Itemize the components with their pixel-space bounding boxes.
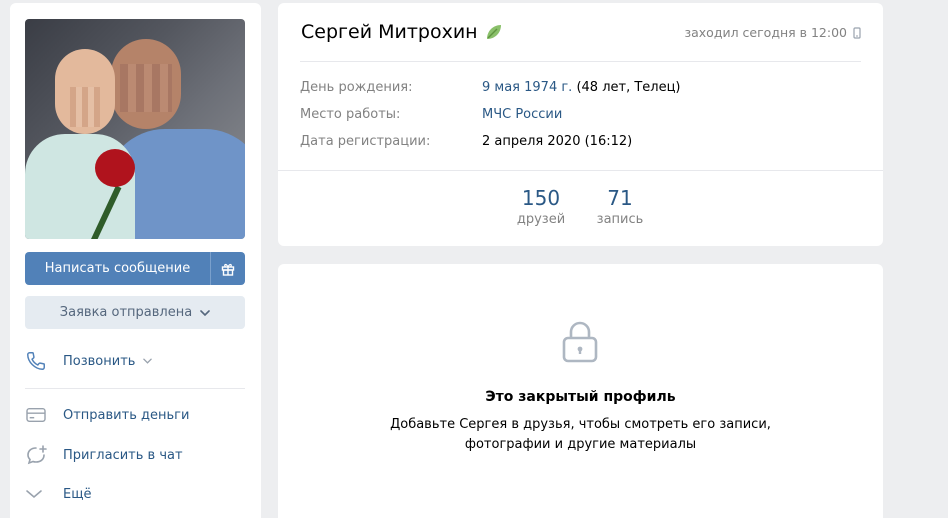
chevron-down-icon <box>200 309 211 316</box>
chevron-down-icon <box>143 358 153 364</box>
info-value: 2 апреля 2020 (16:12) <box>482 134 633 149</box>
profile-name: Сергей Митрохин <box>301 21 504 43</box>
info-value: 9 мая 1974 г. (48 лет, Телец) <box>482 80 681 95</box>
closed-profile-card: Это закрытый профиль Добавьте Сергея в д… <box>278 264 883 518</box>
info-label: День рождения: <box>300 80 413 95</box>
profile-info-card: Сергей Митрохин заходил сегодня в 12:00 … <box>278 3 883 246</box>
birthday-link[interactable]: 9 мая 1974 г. <box>482 80 572 95</box>
chevron-down-icon <box>25 489 53 499</box>
counter-label: запись <box>596 212 644 227</box>
last-seen-text: заходил сегодня в 12:00 <box>684 25 847 40</box>
invite-chat-label: Пригласить в чат <box>63 447 183 463</box>
card-icon <box>25 406 53 424</box>
mobile-icon <box>853 26 861 39</box>
request-sent-label: Заявка отправлена <box>59 305 193 320</box>
counter-label: друзей <box>516 212 566 227</box>
write-message-button[interactable]: Написать сообщение <box>25 252 245 285</box>
work-link[interactable]: МЧС России <box>482 107 562 122</box>
call-label: Позвонить <box>63 353 136 369</box>
closed-profile-line: фотографии и другие материалы <box>464 437 697 452</box>
divider <box>278 170 883 171</box>
counter-number: 150 <box>521 186 561 210</box>
photo-blur <box>120 64 172 112</box>
photo-blur <box>70 87 100 127</box>
profile-photo[interactable] <box>25 19 245 239</box>
info-label: Дата регистрации: <box>300 134 431 149</box>
send-money-action[interactable]: Отправить деньги <box>25 400 245 430</box>
profile-name-text: Сергей Митрохин <box>301 21 478 43</box>
divider <box>25 388 245 389</box>
invite-chat-action[interactable]: Пригласить в чат <box>25 440 245 470</box>
profile-page: Написать сообщение Заявка отправлена Поз… <box>0 0 948 518</box>
photo-shape <box>95 149 135 187</box>
more-action[interactable]: Ещё <box>25 479 245 509</box>
closed-profile-line: Добавьте Сергея в друзья, чтобы смотреть… <box>390 417 771 432</box>
friends-counter[interactable]: 150 друзей <box>512 186 570 227</box>
lock-icon <box>561 320 599 368</box>
send-money-label: Отправить деньги <box>63 407 190 423</box>
last-seen-status: заходил сегодня в 12:00 <box>684 25 861 40</box>
gift-icon <box>221 263 235 276</box>
divider <box>300 61 861 62</box>
chat-add-icon <box>25 444 53 466</box>
write-message-label: Написать сообщение <box>44 261 191 276</box>
birthday-extra: (48 лет, Телец) <box>572 80 681 95</box>
closed-profile-title: Это закрытый профиль <box>485 389 676 405</box>
phone-icon <box>25 350 53 372</box>
request-sent-button[interactable]: Заявка отправлена <box>25 296 245 329</box>
closed-profile-description: Добавьте Сергея в друзья, чтобы смотреть… <box>278 415 883 455</box>
gift-button[interactable] <box>211 262 245 276</box>
more-label: Ещё <box>63 486 92 502</box>
call-action[interactable]: Позвонить <box>25 346 245 376</box>
leaf-icon <box>484 22 504 42</box>
posts-counter[interactable]: 71 запись <box>591 186 649 227</box>
counter-number: 71 <box>607 186 633 210</box>
info-label: Место работы: <box>300 107 401 122</box>
